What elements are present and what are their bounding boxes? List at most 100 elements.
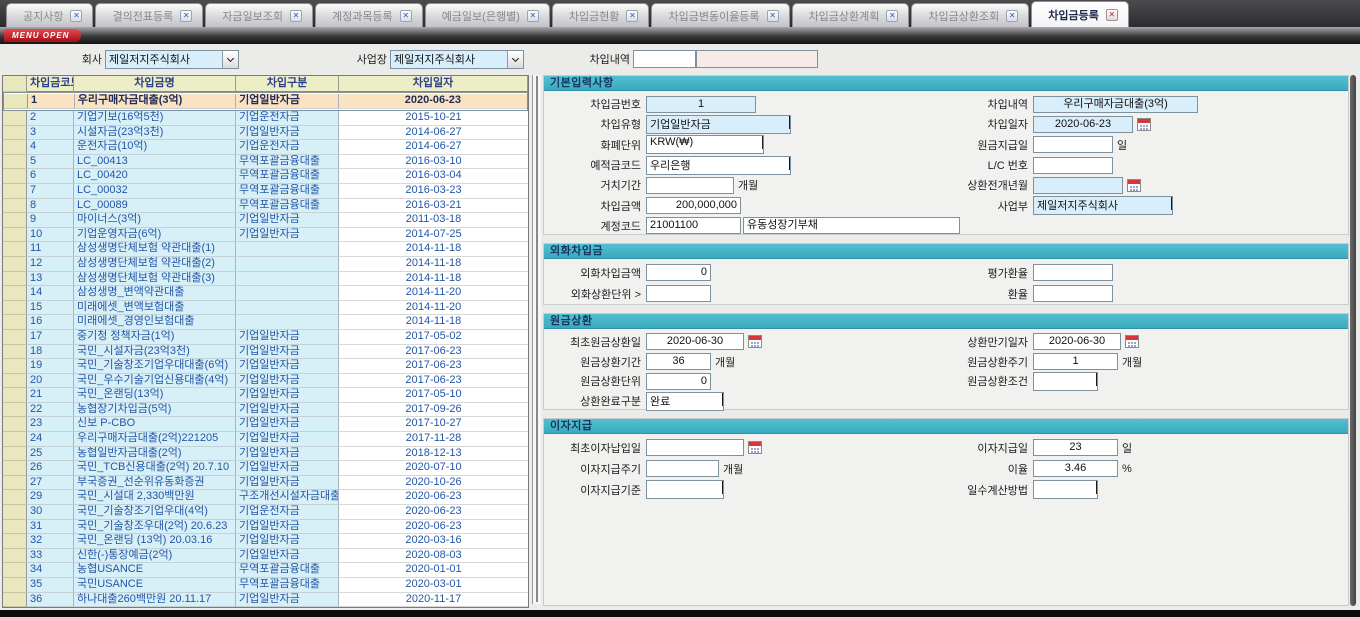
cell-loan-type[interactable]: 기업일반자금 bbox=[236, 417, 339, 432]
row-selector-cell[interactable] bbox=[3, 257, 27, 272]
cell-loan-type[interactable]: 구조개선시설자금대출 bbox=[236, 490, 339, 505]
tab-loan-repayment-inquiry[interactable]: 차입금상환조회✕ bbox=[911, 3, 1029, 27]
cell-loan-name[interactable]: 기업기보(16억5천) bbox=[74, 111, 236, 126]
cell-loan-name[interactable]: 신한(-)통장예금(2억) bbox=[74, 549, 236, 564]
cell-loan-type[interactable]: 기업일반자금 bbox=[236, 432, 339, 447]
cell-loan-name[interactable]: 국민_우수기술기업신용대출(4억) bbox=[74, 374, 236, 389]
tab-notice[interactable]: 공지사항✕ bbox=[6, 3, 93, 27]
calendar-icon[interactable] bbox=[1137, 118, 1151, 131]
cell-loan-code[interactable]: 2 bbox=[27, 111, 74, 126]
tab-close-icon[interactable]: ✕ bbox=[527, 10, 539, 22]
cell-loan-code[interactable]: 35 bbox=[27, 578, 74, 593]
cell-loan-code[interactable]: 14 bbox=[27, 286, 74, 301]
eval-rate-input[interactable] bbox=[1033, 264, 1113, 281]
cell-loan-date[interactable]: 2015-10-21 bbox=[339, 111, 528, 126]
cell-loan-date[interactable]: 2020-06-23 bbox=[339, 505, 528, 520]
cell-loan-date[interactable]: 2017-06-23 bbox=[339, 374, 528, 389]
table-row[interactable]: 32국민_온랜딩 (13억) 20.03.16기업일반자금2020-03-16 bbox=[3, 534, 528, 549]
cell-loan-name[interactable]: 삼성생명단체보험 약관대출(2) bbox=[74, 257, 236, 272]
first-interest-date-field[interactable] bbox=[646, 439, 744, 456]
cell-loan-date[interactable]: 2016-03-21 bbox=[339, 199, 528, 214]
cell-loan-name[interactable]: 농협장기차입금(5억) bbox=[74, 403, 236, 418]
cell-loan-date[interactable]: 2017-09-26 bbox=[339, 403, 528, 418]
row-selector-cell[interactable] bbox=[3, 549, 27, 564]
cell-loan-code[interactable]: 26 bbox=[27, 461, 74, 476]
cell-loan-date[interactable]: 2014-07-25 bbox=[339, 228, 528, 243]
table-row[interactable]: 6LC_00420무역포괄금융대출2016-03-04 bbox=[3, 169, 528, 184]
maturity-date-field[interactable]: 2020-06-30 bbox=[1033, 333, 1121, 350]
cell-loan-type[interactable]: 기업일반자금 bbox=[236, 374, 339, 389]
repay-open-ym-field[interactable] bbox=[1033, 177, 1123, 194]
cell-loan-type[interactable]: 기업일반자금 bbox=[236, 126, 339, 141]
row-selector-cell[interactable] bbox=[3, 563, 27, 578]
row-selector-cell[interactable] bbox=[3, 184, 27, 199]
cell-loan-type[interactable]: 기업일반자금 bbox=[236, 476, 339, 491]
cell-loan-type[interactable]: 기업일반자금 bbox=[236, 359, 339, 374]
day-count-method-select[interactable] bbox=[1033, 480, 1098, 499]
tab-loan-repayment-plan[interactable]: 차입금상환계획✕ bbox=[792, 3, 910, 27]
cell-loan-code[interactable]: 8 bbox=[27, 199, 74, 214]
chevron-down-icon[interactable] bbox=[762, 136, 763, 153]
cell-loan-code[interactable]: 11 bbox=[27, 242, 74, 257]
cell-loan-name[interactable]: 우리구매자금대출(3억) bbox=[75, 94, 236, 109]
table-row[interactable]: 11삼성생명단체보험 약관대출(1)2014-11-18 bbox=[3, 242, 528, 257]
cell-loan-code[interactable]: 1 bbox=[28, 94, 75, 109]
cell-loan-date[interactable]: 2014-06-27 bbox=[339, 140, 528, 155]
row-selector-cell[interactable] bbox=[3, 593, 27, 608]
cell-loan-code[interactable]: 7 bbox=[27, 184, 74, 199]
chevron-down-icon[interactable] bbox=[789, 157, 790, 174]
table-row[interactable]: 29국민_시설대 2,330백만원구조개선시설자금대출2020-06-23 bbox=[3, 490, 528, 505]
cell-loan-type[interactable]: 무역포괄금융대출 bbox=[236, 155, 339, 170]
cell-loan-code[interactable]: 5 bbox=[27, 155, 74, 170]
row-selector-cell[interactable] bbox=[3, 447, 27, 462]
row-selector-cell[interactable] bbox=[3, 199, 27, 214]
cell-loan-code[interactable]: 23 bbox=[27, 417, 74, 432]
cell-loan-code[interactable]: 3 bbox=[27, 126, 74, 141]
cell-loan-name[interactable]: 신보 P-CBO bbox=[74, 417, 236, 432]
table-scrollbar[interactable] bbox=[532, 75, 541, 604]
table-row[interactable]: 1우리구매자금대출(3억)기업일반자금2020-06-23 bbox=[3, 92, 528, 111]
row-selector-cell[interactable] bbox=[4, 94, 28, 109]
cell-loan-code[interactable]: 36 bbox=[27, 593, 74, 608]
table-row[interactable]: 31국민_기술창조우대(2억) 20.6.23기업일반자금2020-06-23 bbox=[3, 520, 528, 535]
cell-loan-type[interactable]: 기업일반자금 bbox=[236, 403, 339, 418]
table-row[interactable]: 16미래에셋_경영인보험대출2014-11-18 bbox=[3, 315, 528, 330]
chevron-down-icon[interactable] bbox=[1096, 481, 1097, 498]
exchange-rate-input[interactable] bbox=[1033, 285, 1113, 302]
cell-loan-date[interactable]: 2016-03-04 bbox=[339, 169, 528, 184]
table-row[interactable]: 33신한(-)통장예금(2억)기업일반자금2020-08-03 bbox=[3, 549, 528, 564]
cell-loan-name[interactable]: 삼성생명_변액약관대출 bbox=[74, 286, 236, 301]
cell-loan-date[interactable]: 2020-06-23 bbox=[339, 520, 528, 535]
cell-loan-type[interactable]: 무역포괄금융대출 bbox=[236, 578, 339, 593]
cell-loan-code[interactable]: 12 bbox=[27, 257, 74, 272]
row-selector-cell[interactable] bbox=[3, 345, 27, 360]
loan-amount-input[interactable]: 200,000,000 bbox=[646, 197, 741, 214]
cell-loan-date[interactable]: 2014-11-20 bbox=[339, 301, 528, 316]
grace-period-input[interactable] bbox=[646, 177, 734, 194]
interest-pay-day-input[interactable]: 23 bbox=[1033, 439, 1118, 456]
tab-voucher-entry[interactable]: 결의전표등록✕ bbox=[95, 3, 203, 27]
tab-close-icon[interactable]: ✕ bbox=[767, 10, 779, 22]
cell-loan-name[interactable]: 국민_온랜딩 (13억) 20.03.16 bbox=[74, 534, 236, 549]
cell-loan-code[interactable]: 31 bbox=[27, 520, 74, 535]
cell-loan-type[interactable]: 기업일반자금 bbox=[236, 447, 339, 462]
table-row[interactable]: 17중기청 정책자금(1억)기업일반자금2017-05-02 bbox=[3, 330, 528, 345]
cell-loan-name[interactable]: 국민_기술창조기업우대(4억) bbox=[74, 505, 236, 520]
cell-loan-name[interactable]: LC_00089 bbox=[74, 199, 236, 214]
repay-complete-select[interactable]: 완료 bbox=[646, 392, 724, 411]
row-selector-cell[interactable] bbox=[3, 476, 27, 491]
cell-loan-type[interactable] bbox=[236, 272, 339, 287]
cell-loan-name[interactable]: LC_00420 bbox=[74, 169, 236, 184]
table-row[interactable]: 23신보 P-CBO기업일반자금2017-10-27 bbox=[3, 417, 528, 432]
table-row[interactable]: 4운전자금(10억)기업운전자금2014-06-27 bbox=[3, 140, 528, 155]
cell-loan-name[interactable]: 미래에셋_경영인보험대출 bbox=[74, 315, 236, 330]
cell-loan-date[interactable]: 2011-03-18 bbox=[339, 213, 528, 228]
row-selector-cell[interactable] bbox=[3, 330, 27, 345]
table-row[interactable]: 20국민_우수기술기업신용대출(4억)기업일반자금2017-06-23 bbox=[3, 374, 528, 389]
row-selector-cell[interactable] bbox=[3, 242, 27, 257]
interest-cycle-input[interactable] bbox=[646, 460, 719, 477]
cell-loan-name[interactable]: 국민_온랜딩(13억) bbox=[74, 388, 236, 403]
cell-loan-date[interactable]: 2014-06-27 bbox=[339, 126, 528, 141]
cell-loan-code[interactable]: 15 bbox=[27, 301, 74, 316]
cell-loan-type[interactable] bbox=[236, 242, 339, 257]
